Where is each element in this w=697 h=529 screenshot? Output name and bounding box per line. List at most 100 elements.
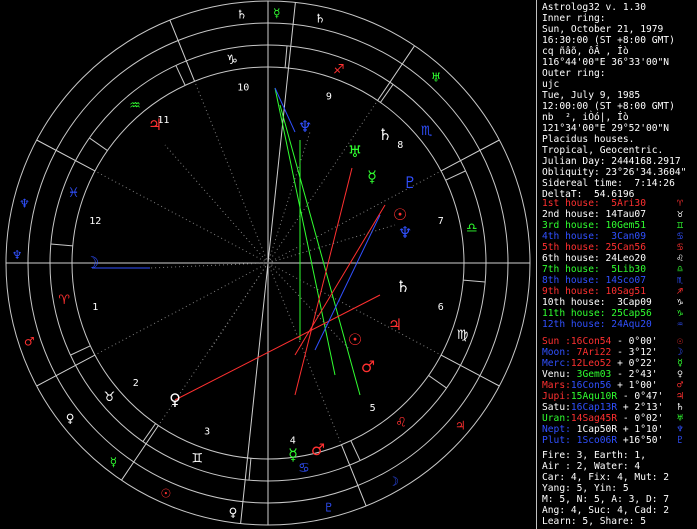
house-cusp-9: 9th house: 10Sag51 xyxy=(542,286,646,297)
aspect-lines xyxy=(92,87,396,401)
inner-ring-date: Sun, October 21, 1979 xyxy=(542,24,664,35)
planet-row: Nept: 1Cap50R + 1°10' xyxy=(542,424,663,435)
house-sign-icon: ♏ xyxy=(677,275,684,286)
house-cusp-line xyxy=(169,19,196,82)
planet-position: 15Aqu10R xyxy=(570,391,618,402)
sign-division xyxy=(428,375,447,389)
planet-label: Merc: xyxy=(542,358,571,369)
zodiac-sign-icon: ♋ xyxy=(298,461,310,476)
house-cusp-dotted xyxy=(267,100,379,264)
house-sign-icon: ♑ xyxy=(677,308,684,319)
planet-label: Venu: xyxy=(542,369,571,380)
outer-planet-icon: ♄ xyxy=(236,7,247,21)
outer-planet-icon: ♀ xyxy=(66,412,75,426)
sign-division xyxy=(89,137,108,151)
house-sign-icon: ♋ xyxy=(677,242,684,253)
planet-glyph-icon: ☿ xyxy=(288,445,298,464)
outer-planet-icon: ☉ xyxy=(161,486,172,500)
outer-ring-name: ujc xyxy=(542,79,560,90)
planet-icon: ☉ xyxy=(677,336,684,347)
house-number: 6 xyxy=(438,302,444,313)
planet-latitude: + 1°10' xyxy=(617,424,664,435)
house-cusp-line xyxy=(440,354,500,387)
planet-latitude: + 0°22' xyxy=(611,358,658,369)
planet-label: Jupi: xyxy=(542,391,571,402)
planet-glyph-icon: ☽ xyxy=(85,253,99,272)
planet-glyph-icon: ♂ xyxy=(361,357,375,376)
house-sign-icon: ♐ xyxy=(677,286,684,297)
zodiac-sign-icon: ♉ xyxy=(104,390,116,405)
summary-line: Fire: 3, Earth: 1, xyxy=(542,450,646,461)
planet-icon: ☽ xyxy=(677,347,684,358)
planet-icon: ♆ xyxy=(677,424,684,435)
info-panel: Astrolog32 v. 1.30 Inner ring: Sun, Octo… xyxy=(536,0,697,529)
house-cusp-line xyxy=(36,139,96,172)
planet-position: 16Con56 xyxy=(570,380,612,391)
aspect-line xyxy=(294,204,386,356)
outer-planet-icon: ♃ xyxy=(455,418,466,432)
house-number: 9 xyxy=(326,92,332,103)
aspect-line xyxy=(274,87,296,133)
planet-position: 16Cap13R xyxy=(570,402,618,413)
program-title: Astrolog32 v. 1.30 xyxy=(542,2,646,13)
house-number: 3 xyxy=(204,426,210,437)
planet-glyph-icon: ♅ xyxy=(348,142,362,161)
sign-division xyxy=(350,440,361,461)
planet-glyph-icon: ♇ xyxy=(403,173,417,192)
outer-ring-coords: 121°34'00"E 29°52'00"N xyxy=(542,123,670,134)
planet-row: Satu:16Cap13R + 2°13' xyxy=(542,402,663,413)
planet-glyph-icon: ♀ xyxy=(169,390,181,409)
house-cusp-line xyxy=(440,139,500,172)
inner-ring-coords: 116°44'00"E 36°33'00"N xyxy=(542,57,670,68)
planet-pointer xyxy=(209,262,269,351)
planet-pointer xyxy=(267,224,396,264)
house-sign-icon: ♉ xyxy=(677,209,684,220)
planet-glyph-icon: ☉ xyxy=(348,330,362,349)
planet-icon: ♃ xyxy=(677,391,684,402)
house-sign-icon: ♌ xyxy=(677,253,684,264)
house-cusp-dotted xyxy=(94,170,269,264)
house-cusp-10: 10th house: 3Cap09 xyxy=(542,297,652,308)
planet-icon: ☿ xyxy=(677,358,684,369)
summary-line: Yang: 5, Yin: 5 xyxy=(542,483,629,494)
zodiac-sign-icon: ♐ xyxy=(333,62,345,77)
planet-glyph-icon: ☉ xyxy=(393,205,407,224)
planet-row: Sun :16Con54 - 0°00' xyxy=(542,336,658,347)
zodiac-sign-icon: ♌ xyxy=(395,416,407,431)
house-sign-icon: ♈ xyxy=(677,198,684,209)
outer-ring-place: nb ², iÒó|, Íò xyxy=(542,112,629,123)
outer-planet-icon: ♄ xyxy=(315,11,326,25)
planet-icon: ♅ xyxy=(677,413,684,424)
house-system: Placidus houses. xyxy=(542,134,635,145)
outer-planet-icon: ♅ xyxy=(431,70,442,84)
planet-label: Sun : xyxy=(542,336,571,347)
house-number: 8 xyxy=(397,140,403,151)
house-cusp-2: 2nd house: 14Tau07 xyxy=(542,209,646,220)
planet-glyph-icon: ♆ xyxy=(398,223,412,242)
planet-latitude: - 0°02' xyxy=(617,413,664,424)
planet-latitude: + 2°13' xyxy=(617,402,664,413)
angle-axis xyxy=(267,2,296,264)
outer-planet-icon: ☿ xyxy=(273,6,280,20)
inner-ring-time: 16:30:00 (ST +8:00 GMT) xyxy=(542,35,675,46)
zodiac-sign-icon: ♏ xyxy=(421,124,433,139)
planet-position: 1Sco06R xyxy=(570,435,618,446)
outer-ring-date: Tue, July 9, 1985 xyxy=(542,90,641,101)
sign-division xyxy=(248,458,252,481)
planet-pointer xyxy=(149,262,269,269)
planet-icon: ♀ xyxy=(677,369,684,380)
planet-label: Satu: xyxy=(542,402,571,413)
zodiac-type: Tropical, Geocentric. xyxy=(542,145,664,156)
house-cusp-3: 3rd house: 10Gem51 xyxy=(542,220,646,231)
planet-position: 12Leo52 xyxy=(570,358,612,369)
planet-row: Uran:14Sag45R - 0°02' xyxy=(542,413,663,424)
sign-division xyxy=(50,243,73,247)
planet-label: Uran: xyxy=(542,413,571,424)
house-number: 10 xyxy=(237,83,249,94)
house-cusp-dotted xyxy=(94,262,269,356)
outer-ring-time: 12:00:00 (ST +8:00 GMT) xyxy=(542,101,675,112)
house-cusp-8: 8th house: 14Sco07 xyxy=(542,275,646,286)
outer-planet-icon: ♂ xyxy=(24,335,35,349)
planet-glyph-icon: ♃ xyxy=(148,115,162,134)
sign-division xyxy=(70,345,91,356)
